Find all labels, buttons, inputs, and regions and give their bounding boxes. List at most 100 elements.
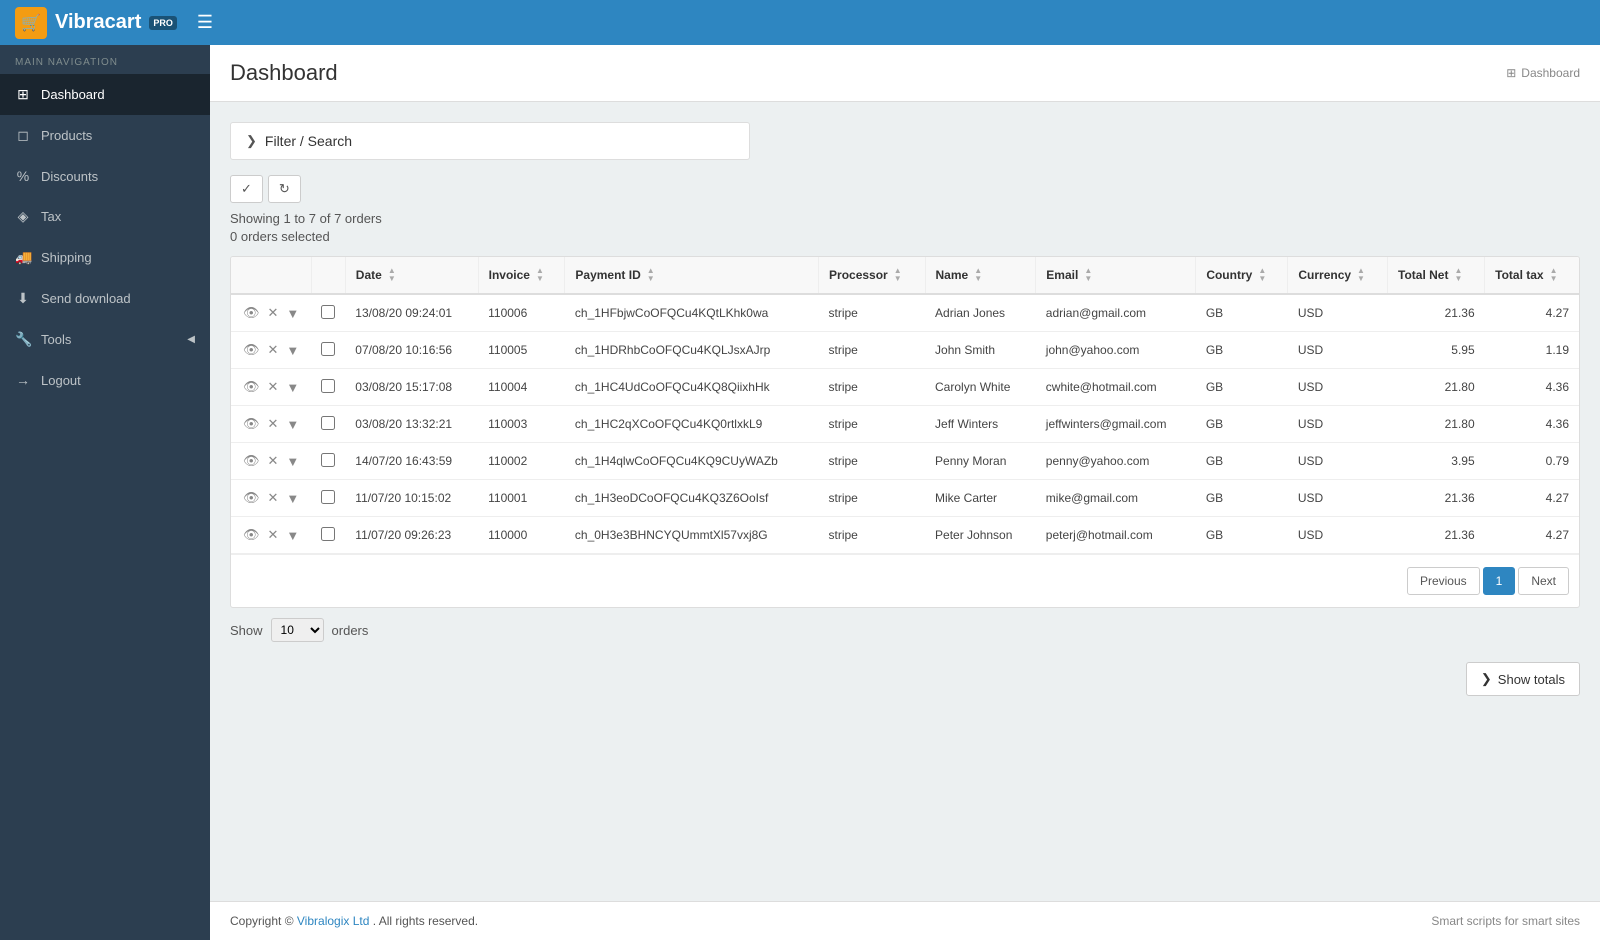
delete-button[interactable]: ✕ (266, 340, 281, 360)
expand-button[interactable]: ▼ (284, 415, 301, 434)
th-processor[interactable]: Processor ▲▼ (819, 257, 926, 294)
cell-processor: stripe (819, 369, 926, 406)
delete-button[interactable]: ✕ (266, 303, 281, 323)
refresh-button[interactable]: ↻ (268, 175, 301, 203)
view-button[interactable]: 👁 (241, 340, 262, 360)
th-invoice[interactable]: Invoice ▲▼ (478, 257, 565, 294)
delete-button[interactable]: ✕ (266, 377, 281, 397)
expand-button[interactable]: ▼ (284, 526, 301, 545)
expand-button[interactable]: ▼ (284, 489, 301, 508)
cell-country: GB (1196, 406, 1288, 443)
view-button[interactable]: 👁 (241, 488, 262, 508)
expand-button[interactable]: ▼ (284, 341, 301, 360)
table-body: 👁 ✕ ▼ 13/08/20 09:24:01 110006 ch_1HFbjw… (231, 294, 1579, 554)
sidebar-item-discounts[interactable]: % Discounts (0, 156, 210, 196)
delete-button[interactable]: ✕ (266, 414, 281, 434)
topbar: 🛒 VibracartPRO ☰ (0, 0, 1600, 45)
cell-total-tax: 4.27 (1485, 480, 1579, 517)
expand-button[interactable]: ▼ (284, 452, 301, 471)
check-all-button[interactable]: ✓ (230, 175, 263, 203)
sidebar-label-logout: Logout (41, 373, 81, 388)
cell-email: penny@yahoo.com (1036, 443, 1196, 480)
table-row: 👁 ✕ ▼ 11/07/20 09:26:23 110000 ch_0H3e3B… (231, 517, 1579, 554)
th-payment-id[interactable]: Payment ID ▲▼ (565, 257, 819, 294)
sidebar-label-send-download: Send download (41, 291, 131, 306)
delete-button[interactable]: ✕ (266, 451, 281, 471)
expand-button[interactable]: ▼ (284, 304, 301, 323)
cell-total-tax: 4.27 (1485, 294, 1579, 332)
filter-search-bar[interactable]: ❯ Filter / Search (230, 122, 750, 160)
products-icon: ◻ (15, 127, 31, 144)
sidebar-item-logout[interactable]: → Logout (0, 360, 210, 400)
cell-name: Jeff Winters (925, 406, 1036, 443)
row-actions: 👁 ✕ ▼ (231, 332, 311, 369)
page-1-button[interactable]: 1 (1483, 567, 1516, 595)
sidebar-item-products[interactable]: ◻ Products (0, 115, 210, 156)
th-total-net[interactable]: Total Net ▲▼ (1388, 257, 1485, 294)
delete-button[interactable]: ✕ (266, 525, 281, 545)
cell-country: GB (1196, 480, 1288, 517)
cell-invoice: 110003 (478, 406, 565, 443)
cell-currency: USD (1288, 332, 1388, 369)
sort-payment-icon: ▲▼ (647, 267, 655, 283)
th-total-tax[interactable]: Total tax ▲▼ (1485, 257, 1579, 294)
sort-total-net-icon: ▲▼ (1454, 267, 1462, 283)
orders-table-wrapper: Date ▲▼ Invoice ▲▼ (230, 256, 1580, 608)
th-name[interactable]: Name ▲▼ (925, 257, 1036, 294)
table-header-row: Date ▲▼ Invoice ▲▼ (231, 257, 1579, 294)
th-email[interactable]: Email ▲▼ (1036, 257, 1196, 294)
view-button[interactable]: 👁 (241, 303, 262, 323)
view-button[interactable]: 👁 (241, 451, 262, 471)
cell-invoice: 110001 (478, 480, 565, 517)
cell-invoice: 110006 (478, 294, 565, 332)
filter-arrow-icon: ❯ (246, 133, 257, 149)
th-date[interactable]: Date ▲▼ (345, 257, 478, 294)
sidebar-item-tax[interactable]: ◈ Tax (0, 196, 210, 237)
row-checkbox-cell (311, 517, 345, 554)
view-button[interactable]: 👁 (241, 525, 262, 545)
next-button[interactable]: Next (1518, 567, 1569, 595)
row-checkbox[interactable] (321, 416, 335, 430)
cell-processor: stripe (819, 480, 926, 517)
shipping-icon: 🚚 (15, 249, 31, 266)
row-checkbox[interactable] (321, 453, 335, 467)
row-checkbox[interactable] (321, 379, 335, 393)
cell-payment-id: ch_0H3e3BHNCYQUmmtXl57vxj8G (565, 517, 819, 554)
row-actions: 👁 ✕ ▼ (231, 406, 311, 443)
cell-date: 11/07/20 09:26:23 (345, 517, 478, 554)
content-area: ❯ Filter / Search ✓ ↻ Showing 1 to 7 of … (210, 102, 1600, 901)
table-row: 👁 ✕ ▼ 03/08/20 15:17:08 110004 ch_1HC4Ud… (231, 369, 1579, 406)
row-checkbox[interactable] (321, 490, 335, 504)
row-checkbox[interactable] (321, 527, 335, 541)
previous-button[interactable]: Previous (1407, 567, 1480, 595)
cell-invoice: 110000 (478, 517, 565, 554)
footer-company-link[interactable]: Vibralogix Ltd (297, 914, 370, 928)
sidebar-nav-label: MAIN NAVIGATION (0, 45, 210, 74)
th-country[interactable]: Country ▲▼ (1196, 257, 1288, 294)
row-actions: 👁 ✕ ▼ (231, 480, 311, 517)
cell-date: 03/08/20 13:32:21 (345, 406, 478, 443)
dashboard-icon: ⊞ (15, 86, 31, 103)
view-button[interactable]: 👁 (241, 414, 262, 434)
th-currency[interactable]: Currency ▲▼ (1288, 257, 1388, 294)
row-checkbox-cell (311, 406, 345, 443)
th-actions (231, 257, 311, 294)
sidebar-item-send-download[interactable]: ⬇ Send download (0, 278, 210, 319)
delete-button[interactable]: ✕ (266, 488, 281, 508)
cell-payment-id: ch_1HDRhbCoOFQCu4KQLJsxAJrp (565, 332, 819, 369)
sort-name-icon: ▲▼ (974, 267, 982, 283)
row-checkbox-cell (311, 443, 345, 480)
row-checkbox[interactable] (321, 342, 335, 356)
expand-button[interactable]: ▼ (284, 378, 301, 397)
orders-per-page-select[interactable]: 102550100 (271, 618, 324, 642)
cell-total-tax: 0.79 (1485, 443, 1579, 480)
row-checkbox[interactable] (321, 305, 335, 319)
sidebar-item-shipping[interactable]: 🚚 Shipping (0, 237, 210, 278)
hamburger-icon[interactable]: ☰ (197, 12, 213, 33)
view-button[interactable]: 👁 (241, 377, 262, 397)
show-totals-button[interactable]: ❯ Show totals (1466, 662, 1580, 696)
sidebar-item-dashboard[interactable]: ⊞ Dashboard (0, 74, 210, 115)
sidebar-item-tools[interactable]: 🔧 Tools ◀ (0, 319, 210, 360)
row-actions: 👁 ✕ ▼ (231, 369, 311, 406)
footer: Copyright © Vibralogix Ltd . All rights … (210, 901, 1600, 940)
